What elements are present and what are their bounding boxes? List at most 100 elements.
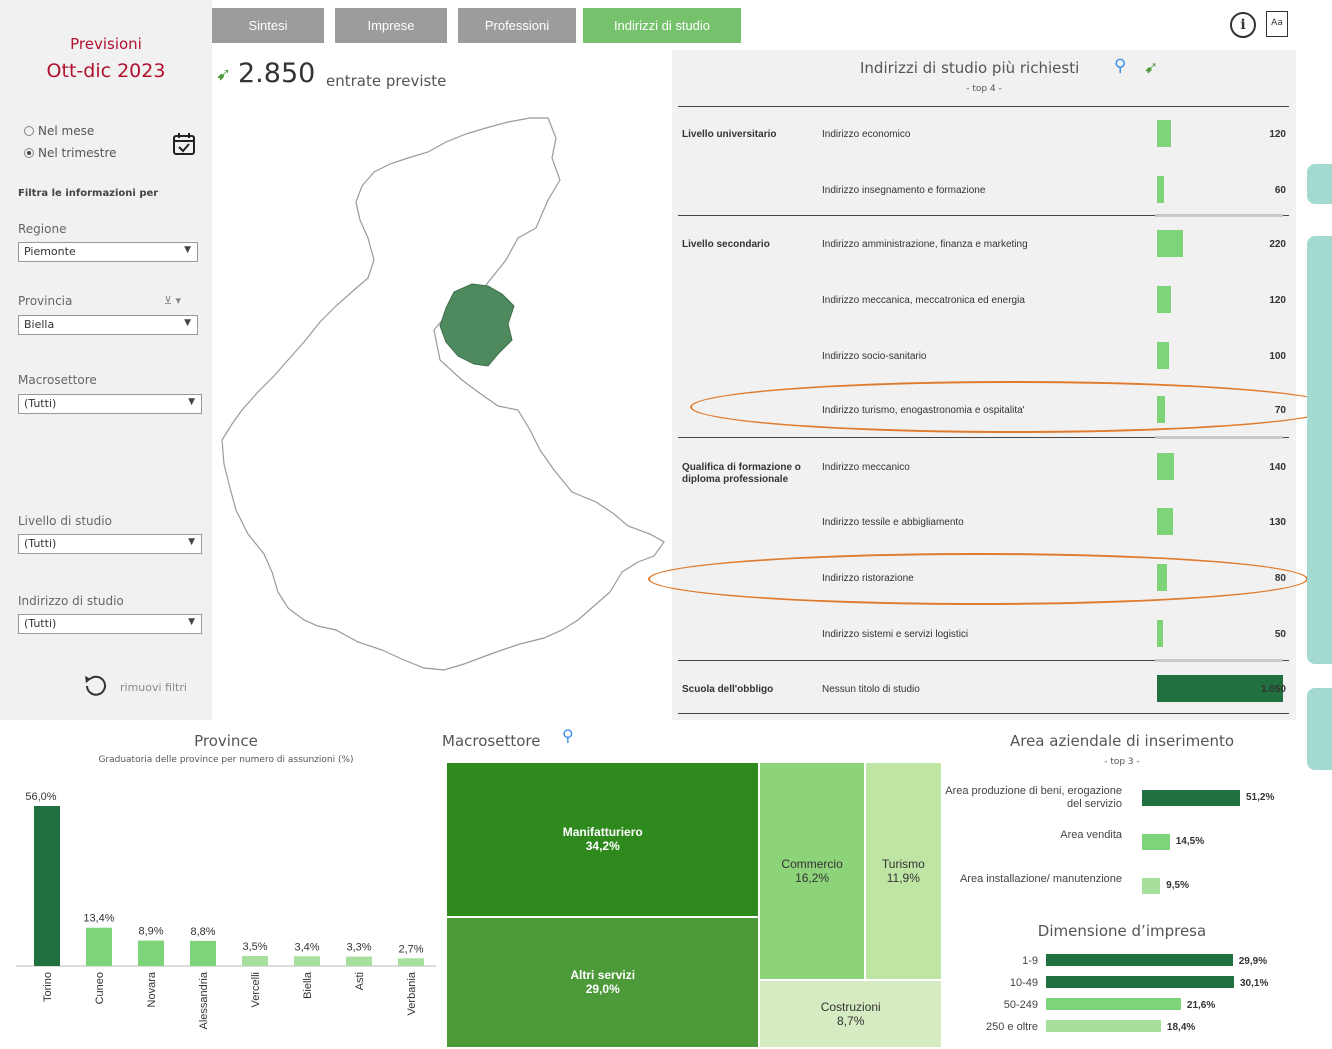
treemap-cell-costruzioni[interactable]: Costruzioni 8,7% — [759, 980, 942, 1048]
filter-panel: Previsioni Ott-dic 2023 Nel mese Nel tri… — [0, 0, 212, 720]
value-bar[interactable] — [1157, 453, 1174, 480]
indirizzo-label: Indirizzo amministrazione, finanza e mar… — [822, 239, 1028, 250]
value-bar[interactable] — [1157, 342, 1169, 369]
chevron-down-icon: ▼ — [188, 617, 195, 627]
provincia-select[interactable]: Biella ▼ — [18, 315, 198, 335]
clear-filter-icon[interactable]: ⊻ ▾ — [164, 294, 181, 307]
area-bar[interactable] — [1142, 878, 1161, 894]
value-bar[interactable] — [1157, 508, 1173, 535]
value-bar[interactable] — [1157, 176, 1164, 203]
area-bar-chart: Area produzione di beni, erogazione del … — [942, 778, 1322, 908]
province-value-label: 8,8% — [190, 926, 215, 938]
highlight-oval-ristorazione — [648, 553, 1308, 605]
treemap-name: Altri servizi — [570, 968, 636, 983]
side-tab[interactable] — [1307, 688, 1332, 770]
bar-divider — [1155, 659, 1283, 662]
radio-quarter-circle[interactable] — [24, 148, 34, 158]
radio-month[interactable]: Nel mese — [24, 124, 94, 138]
macrosettore-select[interactable]: (Tutti) ▼ — [18, 394, 202, 414]
province-bar[interactable] — [138, 940, 164, 966]
indirizzo-select[interactable]: (Tutti) ▼ — [18, 614, 202, 634]
area-bar[interactable] — [1142, 834, 1170, 850]
treemap-name: Commercio — [781, 857, 843, 872]
dimensione-category-label: 50-249 — [1003, 999, 1038, 1011]
province-category-label: Cuneo — [94, 972, 106, 1004]
indirizzo-label: Indirizzo meccanica, meccatronica ed ene… — [822, 295, 1025, 306]
province-category-label: Biella — [302, 971, 314, 999]
treemap-cell-commercio[interactable]: Commercio 16,2% — [759, 762, 865, 981]
treemap-cell-manifatturiero[interactable]: Manifatturiero 34,2% — [446, 762, 760, 917]
radio-month-circle[interactable] — [24, 126, 34, 136]
province-bar[interactable] — [398, 958, 424, 966]
value-bar[interactable] — [1157, 286, 1171, 313]
province-bar[interactable] — [86, 927, 112, 966]
dimensione-bar[interactable] — [1046, 954, 1233, 966]
regione-value: Piemonte — [24, 245, 76, 258]
province-bar[interactable] — [242, 956, 268, 966]
livello-label: Livello di studio — [18, 514, 112, 528]
value-bar[interactable] — [1157, 620, 1163, 647]
dimensione-bar[interactable] — [1046, 1020, 1161, 1032]
province-bar[interactable] — [294, 956, 320, 966]
province-value-label: 3,5% — [242, 941, 267, 953]
macrosettore-label: Macrosettore — [18, 373, 97, 387]
macrosettore-title: Macrosettore — [442, 732, 541, 750]
total-label: entrate previste — [326, 72, 447, 90]
tab-sintesi[interactable]: Sintesi — [212, 8, 324, 43]
value-bar[interactable] — [1157, 120, 1171, 147]
dimensione-value-label: 29,9% — [1238, 956, 1268, 967]
value-label: 220 — [1269, 239, 1286, 250]
treemap-value: 16,2% — [795, 871, 830, 886]
treemap-value: 34,2% — [585, 839, 620, 854]
cursor-icon: ➹ — [216, 64, 232, 85]
area-bar[interactable] — [1142, 790, 1240, 806]
province-value-label: 13,4% — [83, 913, 114, 925]
calendar-check-icon[interactable] — [172, 132, 196, 156]
indirizzo-label: Indirizzo meccanico — [822, 462, 910, 473]
province-bar[interactable] — [34, 806, 60, 966]
province-title: Province — [194, 732, 258, 750]
forecast-title: Previsioni — [70, 35, 142, 53]
province-subtitle: Graduatoria delle province per numero di… — [98, 755, 354, 765]
search-icon[interactable]: ⚲ — [562, 726, 574, 745]
radio-quarter[interactable]: Nel trimestre — [24, 146, 117, 160]
tab-professioni[interactable]: Professioni — [458, 8, 576, 43]
info-icon[interactable]: i — [1230, 12, 1256, 38]
indirizzo-label: Indirizzo economico — [822, 129, 911, 140]
province-bar[interactable] — [190, 940, 216, 966]
highlight-oval-turismo — [690, 381, 1332, 433]
reset-filters-button[interactable]: rimuovi filtri — [82, 672, 212, 700]
livello-select[interactable]: (Tutti) ▼ — [18, 534, 202, 554]
piemonte-map[interactable] — [218, 110, 668, 680]
livello-value: (Tutti) — [24, 537, 57, 550]
treemap-cell-altri-servizi[interactable]: Altri servizi 29,0% — [446, 916, 760, 1048]
dimensione-bar[interactable] — [1046, 976, 1234, 988]
area-category-label: Area vendita — [1060, 829, 1122, 841]
treemap-value: 11,9% — [886, 871, 920, 886]
dimensione-value-label: 21,6% — [1186, 1000, 1216, 1011]
row-divider — [678, 106, 1289, 107]
regione-select[interactable]: Piemonte ▼ — [18, 242, 198, 262]
treemap-name: Costruzioni — [820, 1000, 881, 1015]
search-icon[interactable]: ⚲ — [1114, 56, 1126, 76]
area-subtitle: - top 3 - — [1104, 757, 1140, 767]
area-value-label: 14,5% — [1175, 836, 1205, 847]
side-tab[interactable] — [1307, 164, 1332, 204]
table-title: Indirizzi di studio più richiesti — [860, 59, 1080, 77]
province-category-label: Novara — [146, 971, 158, 1007]
side-tab[interactable] — [1307, 236, 1332, 664]
tab-imprese[interactable]: Imprese — [335, 8, 447, 43]
indirizzo-label: Indirizzo di studio — [18, 594, 124, 608]
treemap-name: Manifatturiero — [562, 825, 643, 840]
province-bar[interactable] — [346, 956, 372, 966]
font-size-icon[interactable]: Aa — [1266, 11, 1288, 37]
province-category-label: Torino — [42, 972, 54, 1002]
province-bar-chart: 56,0% Torino 13,4% Cuneo 8,9% Novara 8,8% Aless… — [16, 791, 436, 1029]
province-value-label: 3,4% — [294, 941, 319, 953]
tab-indirizzi-di-studio[interactable]: Indirizzi di studio — [583, 8, 741, 43]
dimensione-bar[interactable] — [1046, 998, 1181, 1010]
indirizzo-label: Indirizzo tessile e abbigliamento — [822, 517, 964, 528]
level-label: Qualifica di formazione o diploma profes… — [682, 462, 801, 485]
value-bar[interactable] — [1157, 230, 1183, 257]
treemap-cell-turismo[interactable]: Turismo 11,9% — [864, 762, 942, 981]
